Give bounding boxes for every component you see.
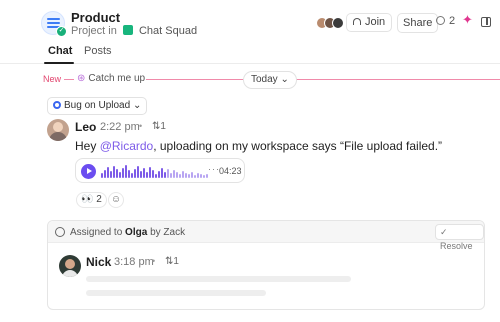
- mention-link[interactable]: @Ricardo: [100, 139, 154, 153]
- waveform[interactable]: [101, 165, 208, 178]
- assigned-prefix: Assigned to: [70, 227, 123, 238]
- catch-me-up-button[interactable]: ⊛ Catch me up: [77, 73, 145, 84]
- chat-squad-icon: [122, 25, 133, 35]
- avatar[interactable]: [59, 255, 81, 277]
- sparkle-icon[interactable]: ✦: [462, 12, 473, 28]
- avatar: [332, 17, 344, 29]
- header: ✓ Product Project in Chat Squad Join Sha…: [0, 0, 500, 42]
- new-divider-line: [146, 79, 243, 80]
- reply-count[interactable]: ⇅1: [165, 256, 179, 267]
- page-subtitle: Project in Chat Squad: [71, 25, 197, 37]
- play-button[interactable]: [81, 164, 96, 179]
- meta-separator: •: [152, 256, 156, 266]
- check-icon: ✓: [440, 227, 448, 237]
- active-tab-indicator: [44, 62, 74, 64]
- resolve-button[interactable]: ✓ Resolve: [435, 224, 484, 251]
- message-text-start: Hey: [75, 139, 100, 153]
- radio-icon: [53, 101, 61, 109]
- reply-time: 3:18 pm: [114, 256, 154, 268]
- catch-up-icon: ⊛: [77, 73, 86, 84]
- message-text: Hey @Ricardo, uploading on my workspace …: [75, 139, 442, 153]
- assigned-text: Assigned to Olga by Zack: [70, 227, 185, 238]
- chevron-down-icon: ⌄: [280, 74, 289, 85]
- date-label: Today: [251, 74, 278, 85]
- assignee-name[interactable]: Olga: [125, 227, 147, 238]
- tab-posts[interactable]: Posts: [84, 45, 112, 57]
- assigned-by: by Zack: [150, 227, 186, 238]
- loading-placeholder: [86, 290, 266, 296]
- followers-icon: [436, 16, 445, 25]
- date-separator[interactable]: Today ⌄: [243, 71, 297, 89]
- new-messages-label: New: [43, 74, 62, 84]
- headphones-icon: [353, 18, 361, 25]
- reply-count-value: 1: [160, 121, 166, 132]
- message-text-end: , uploading on my workspace says “File u…: [153, 139, 443, 153]
- followers-button[interactable]: 2: [436, 15, 455, 27]
- followers-count: 2: [449, 15, 456, 27]
- loading-placeholder: [86, 276, 351, 282]
- assigned-header: Assigned to Olga by Zack ✓ Resolve: [48, 221, 484, 251]
- reply-author[interactable]: Nick: [86, 255, 111, 269]
- squad-link[interactable]: Chat Squad: [139, 25, 197, 37]
- assigned-card: Assigned to Olga by Zack ✓ Resolve: [47, 220, 485, 310]
- topic-tag-label: Bug on Upload: [64, 100, 131, 111]
- new-divider-line: [290, 79, 500, 80]
- topic-tag[interactable]: Bug on Upload ⌄: [47, 97, 148, 115]
- reply-count[interactable]: ⇅1: [152, 121, 166, 132]
- member-avatars[interactable]: [316, 17, 346, 29]
- chevron-down-icon: ⌄: [132, 100, 142, 111]
- voice-message: ··· 04:23: [75, 158, 245, 183]
- share-button[interactable]: Share: [397, 13, 439, 33]
- reaction-chip[interactable]: 👀 2: [76, 192, 107, 208]
- reaction-emoji: 👀: [81, 194, 94, 205]
- avatar[interactable]: [47, 119, 69, 141]
- panel-icon[interactable]: [481, 17, 491, 27]
- resolve-label: Resolve: [440, 241, 473, 251]
- page-title: Product: [71, 10, 121, 25]
- message-author[interactable]: Leo: [75, 120, 96, 134]
- new-divider-line: [64, 79, 74, 80]
- meta-separator: •: [139, 121, 143, 131]
- message-time: 2:22 pm: [100, 121, 140, 133]
- add-reaction-icon[interactable]: ☺: [108, 192, 124, 208]
- join-button[interactable]: Join: [346, 13, 393, 32]
- reaction-count: 2: [96, 194, 102, 205]
- voice-duration: 04:23: [219, 166, 242, 176]
- tab-bar: Chat Posts: [0, 42, 500, 64]
- join-label: Join: [365, 16, 386, 28]
- check-circle-icon: [55, 227, 65, 237]
- reply-count-value: 1: [173, 256, 179, 267]
- project-list-icon[interactable]: ✓: [41, 11, 67, 37]
- tab-chat[interactable]: Chat: [48, 45, 72, 57]
- catch-up-label: Catch me up: [88, 73, 146, 84]
- badge-check-icon: ✓: [56, 26, 67, 37]
- subtitle-prefix: Project in: [71, 25, 117, 37]
